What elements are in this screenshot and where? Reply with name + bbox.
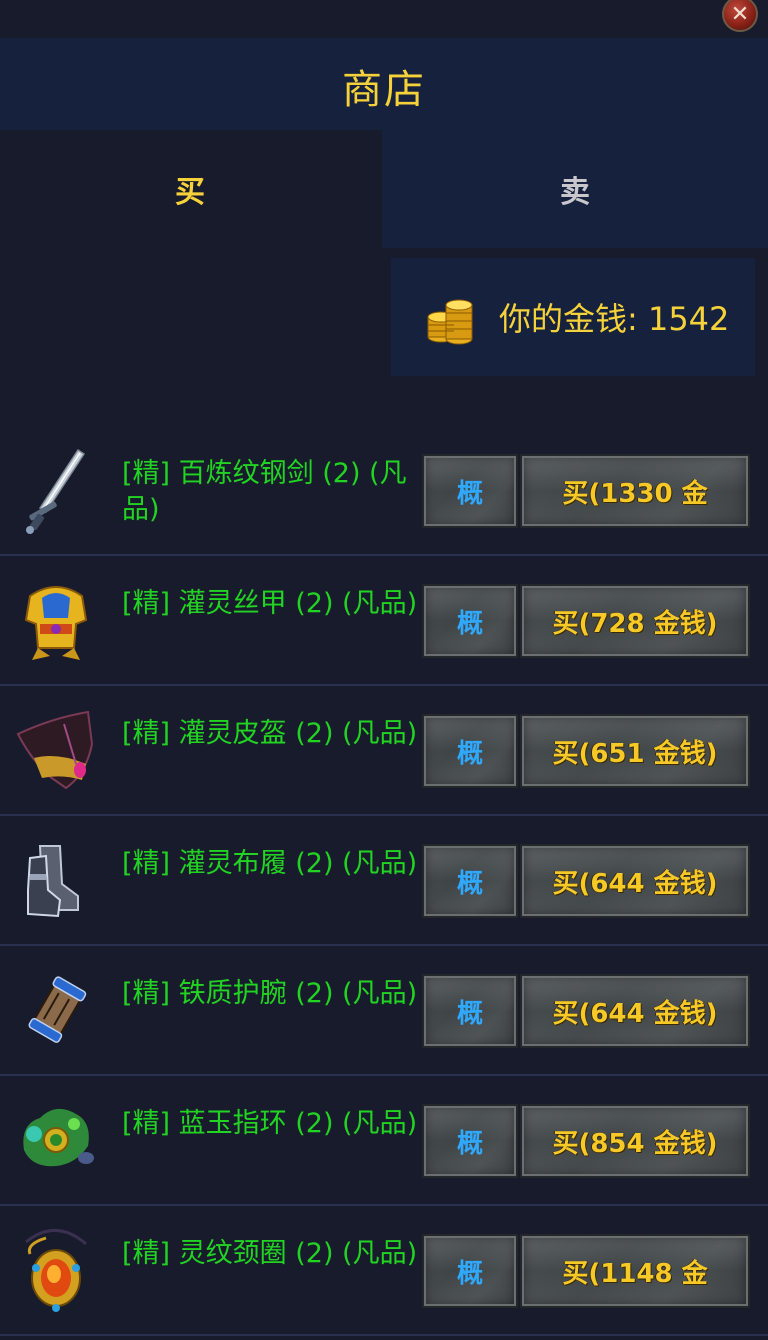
item-name: [精] 灌灵布履 (2) (凡品) <box>122 848 418 879</box>
close-button[interactable]: ✕ <box>722 0 758 32</box>
buy-button[interactable]: 买(728 金钱) <box>520 584 750 658</box>
amulet-icon <box>25 1229 87 1312</box>
detail-button[interactable]: 概 <box>422 714 518 788</box>
money-label: 你的金钱: 1542 <box>499 300 730 338</box>
golden-armor-icon <box>24 586 88 660</box>
item-name: [精] 灌灵皮盔 (2) (凡品) <box>122 718 418 749</box>
leather-helmet-icon <box>16 710 94 790</box>
sword-icon <box>26 448 86 534</box>
tab-sell[interactable]: 卖 <box>382 130 768 248</box>
item-name: [精] 百炼纹钢剑 (2) (凡品) <box>122 458 407 525</box>
item-name: [精] 蓝玉指环 (2) (凡品) <box>122 1108 418 1139</box>
list-item: [精] 灵纹颈圈 (2) (凡品) 概 买(1148 金 <box>0 1206 768 1336</box>
detail-button[interactable]: 概 <box>422 974 518 1048</box>
buy-button[interactable]: 买(644 金钱) <box>520 974 750 1048</box>
buy-button[interactable]: 买(644 金钱) <box>520 844 750 918</box>
detail-button[interactable]: 概 <box>422 584 518 658</box>
close-x-icon: ✕ <box>730 1 750 27</box>
list-item: [精] 百炼纹钢剑 (2) (凡品) 概 买(1330 金 <box>0 426 768 556</box>
title-bar: 商店 <box>0 38 768 130</box>
buy-button[interactable]: 买(1148 金 <box>520 1234 750 1308</box>
detail-button[interactable]: 概 <box>422 454 518 528</box>
list-item: [精] 铁质护腕 (2) (凡品) 概 买(644 金钱) <box>0 946 768 1076</box>
buy-button[interactable]: 买(651 金钱) <box>520 714 750 788</box>
buy-button[interactable]: 买(1330 金 <box>520 454 750 528</box>
list-item: [精] 灌灵皮盔 (2) (凡品) 概 买(651 金钱) <box>0 686 768 816</box>
boots-icon <box>27 845 79 918</box>
shop-window: 品) [精] 百炼纹钢剑 (2) (凡品) 概 买(1330 金 <box>0 0 768 1340</box>
list-item: [精] 灌灵丝甲 (2) (凡品) 概 买(728 金钱) <box>0 556 768 686</box>
list-item: [精] 灌灵布履 (2) (凡品) 概 买(644 金钱) <box>0 816 768 946</box>
page-title: 商店 <box>342 67 426 113</box>
jade-ring-icon <box>23 1108 94 1167</box>
list-item: [精] 蓝玉指环 (2) (凡品) 概 买(854 金钱) <box>0 1076 768 1206</box>
item-name: [精] 铁质护腕 (2) (凡品) <box>122 978 418 1009</box>
item-name: [精] 灌灵丝甲 (2) (凡品) <box>122 588 418 619</box>
item-list[interactable]: 品) [精] 百炼纹钢剑 (2) (凡品) 概 买(1330 金 <box>0 250 768 1340</box>
buy-button[interactable]: 买(854 金钱) <box>520 1104 750 1178</box>
money-panel: 你的金钱: 1542 <box>391 258 755 376</box>
item-name: [精] 灵纹颈圈 (2) (凡品) <box>122 1238 418 1269</box>
detail-button[interactable]: 概 <box>422 1104 518 1178</box>
detail-button[interactable]: 概 <box>422 844 518 918</box>
iron-bracer-icon <box>28 976 87 1043</box>
tab-buy[interactable]: 买 <box>0 130 380 248</box>
detail-button[interactable]: 概 <box>422 1234 518 1308</box>
gold-coins-icon <box>427 299 473 345</box>
